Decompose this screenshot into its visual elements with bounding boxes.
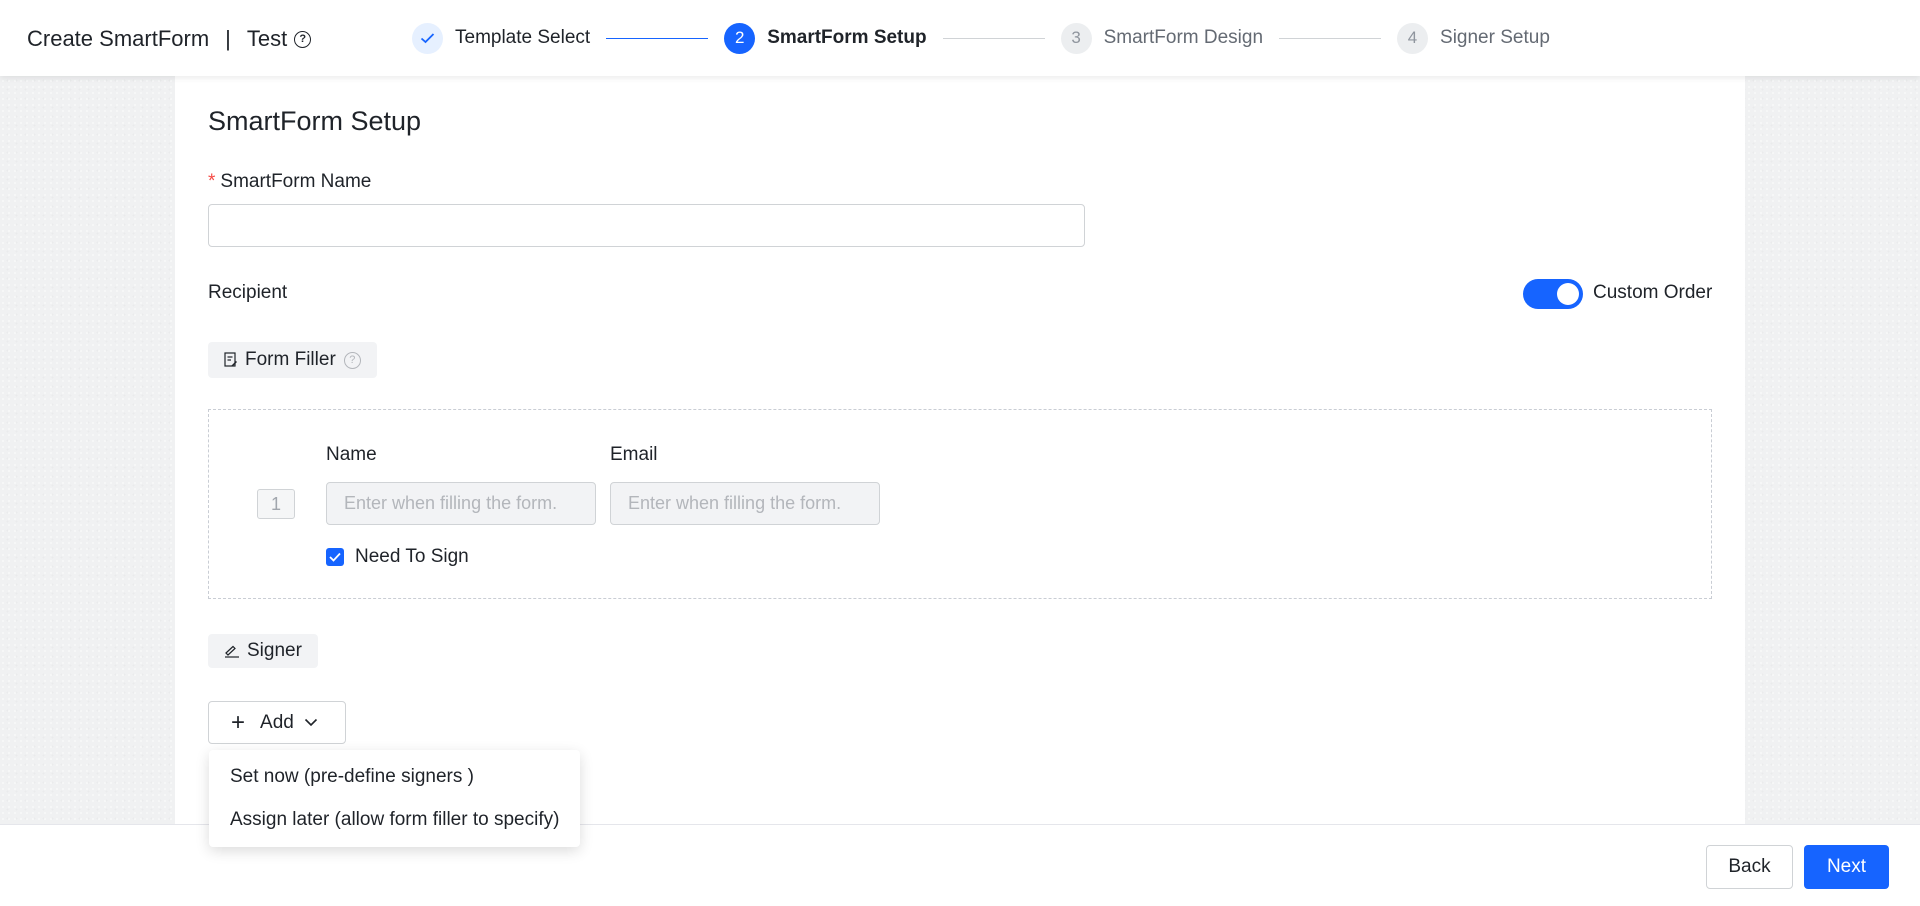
add-label: Add [260,711,294,733]
recipient-label: Recipient [208,282,288,303]
step-connector [942,37,1045,39]
main-panel: SmartForm Setup * SmartForm Name Recipien… [175,76,1745,824]
required-mark: * [208,171,216,192]
order-number: 1 [257,489,295,519]
step-number: 4 [1397,22,1429,54]
form-filler-chip: Form Filler ? [208,342,377,378]
menu-item-set-now[interactable]: Set now (pre-define signers ) [230,766,474,788]
filler-name-input: Enter when filling the form. [326,482,596,525]
check-icon [329,552,341,562]
step-template-select: Template Select [412,22,591,54]
form-filler-card: 1 Name Email Enter when filling the form… [208,409,1712,599]
step-smartform-setup: 2 SmartForm Setup [724,22,927,54]
section-title: SmartForm Setup [208,106,422,136]
signer-label: Signer [247,640,302,661]
form-filler-icon [224,352,237,367]
step-label: SmartForm Setup [767,27,927,48]
step-signer-setup: 4 Signer Setup [1397,22,1550,54]
step-label: SmartForm Design [1103,27,1264,48]
add-signer-button[interactable]: + Add [208,701,346,744]
app-title: Create SmartForm [27,26,210,51]
step-label: Template Select [455,27,591,48]
step-connector [1279,37,1382,39]
signer-chip: Signer [208,634,318,668]
step-number: 3 [1060,22,1092,54]
filler-name-label: Name [326,444,377,465]
step-smartform-design: 3 SmartForm Design [1060,22,1264,54]
signer-icon [225,645,239,658]
toggle-knob [1557,283,1579,305]
step-connector [606,37,709,39]
custom-order-label: Custom Order [1593,282,1713,303]
plus-icon: + [231,708,246,736]
chevron-down-icon [304,718,317,727]
top-bar: Create SmartForm | Test ? Template Selec… [0,0,1920,76]
check-icon [412,22,443,54]
need-to-sign-label[interactable]: Need To Sign [355,546,469,568]
filler-email-label: Email [610,444,658,465]
form-filler-help-icon[interactable]: ? [343,351,361,369]
add-signer-menu: Set now (pre-define signers ) Assign lat… [209,750,580,847]
title-separator: | [225,26,231,51]
page-header: Create SmartForm | Test ? [27,26,312,52]
filler-email-placeholder: Enter when filling the form. [628,493,842,513]
template-name: Test [246,26,288,51]
smartform-name-label: * SmartForm Name [208,171,371,193]
filler-name-placeholder: Enter when filling the form. [344,493,558,513]
menu-item-assign-later[interactable]: Assign later (allow form filler to speci… [230,809,559,831]
help-icon[interactable]: ? [294,30,312,48]
form-filler-label: Form Filler [245,349,336,370]
filler-email-input: Enter when filling the form. [610,482,880,525]
next-button[interactable]: Next [1804,845,1889,889]
stepper: Template Select 2 SmartForm Setup 3 Smar… [412,22,1550,54]
step-number: 2 [724,22,756,54]
smartform-name-label-text: SmartForm Name [220,171,372,192]
custom-order-toggle[interactable] [1523,279,1583,309]
need-to-sign-checkbox[interactable] [326,548,344,566]
step-label: Signer Setup [1440,27,1550,48]
back-button[interactable]: Back [1706,845,1793,889]
smartform-name-input[interactable] [208,204,1085,247]
